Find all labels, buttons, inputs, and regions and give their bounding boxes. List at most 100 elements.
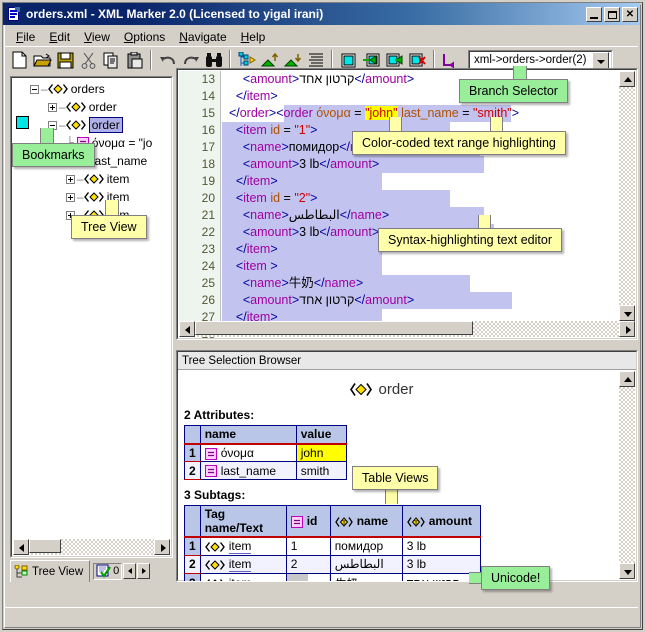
code-line[interactable]: <amount>קרטון אחד</amount> (222, 292, 619, 309)
scroll-track-vertical[interactable] (619, 387, 635, 563)
table-row[interactable]: 2last_namesmith (185, 462, 347, 480)
scroll-track[interactable] (195, 321, 619, 337)
scroll-track[interactable] (29, 539, 154, 555)
element-icon (84, 191, 104, 203)
name-cell[interactable]: 牛奶 (330, 573, 402, 582)
code-line[interactable]: <item id = "2"> (222, 190, 619, 207)
code-line[interactable]: <name>البطاطس</name> (222, 207, 619, 224)
element-icon (205, 559, 225, 571)
scroll-left-arrow-icon[interactable] (13, 539, 29, 555)
menu-item-options[interactable]: Options (117, 28, 172, 46)
paste-icon[interactable] (123, 49, 146, 71)
tree-expander[interactable] (48, 103, 57, 112)
tab-tree-view[interactable]: Tree View (10, 560, 90, 582)
xml-text-editor[interactable]: 1314151617181920212223242526272829 <amou… (176, 68, 638, 340)
maximize-button[interactable] (604, 7, 620, 22)
scroll-track-vertical[interactable] (619, 87, 635, 305)
bookmark-prev-button[interactable] (123, 563, 136, 579)
tree-expander[interactable] (66, 175, 75, 184)
minimize-button[interactable] (586, 7, 602, 22)
code-token: item (247, 310, 271, 321)
code-token: > (270, 89, 277, 103)
code-area[interactable]: <amount>קרטון אחד</amount> </item> </ord… (222, 71, 619, 321)
tree-node-item[interactable]: –item (12, 170, 171, 188)
scroll-down-arrow-icon[interactable] (619, 563, 635, 579)
scroll-right-arrow-icon[interactable] (619, 321, 635, 337)
code-line[interactable]: </item> (222, 173, 619, 190)
column-header[interactable]: Tamount (402, 506, 480, 538)
attribute-value-cell[interactable]: smith (296, 462, 346, 480)
scroll-up-arrow-icon[interactable] (619, 71, 635, 87)
tree-view-callout: Tree View (71, 215, 147, 239)
scroll-down-arrow-icon[interactable] (619, 305, 635, 321)
editor-horizontal-scrollbar[interactable] (179, 321, 635, 337)
browser-vertical-scrollbar[interactable] (619, 371, 635, 579)
save-file-icon[interactable] (54, 49, 77, 71)
column-header[interactable] (185, 506, 201, 538)
bookmark-indicator[interactable] (16, 116, 29, 129)
open-file-icon[interactable] (31, 49, 54, 71)
copy-icon[interactable] (100, 49, 123, 71)
scroll-up-arrow-icon[interactable] (619, 371, 635, 387)
tree-expander[interactable] (66, 193, 75, 202)
bookmark-count-box: 0 (93, 563, 122, 580)
name-cell[interactable]: البطاطس (330, 555, 402, 573)
amount-cell[interactable]: 3 lb (402, 537, 480, 555)
cut-icon[interactable] (77, 49, 100, 71)
attributes-table[interactable]: namevalue1όνομαjohn2last_namesmith (184, 425, 347, 480)
tag-name-cell[interactable]: item (200, 555, 286, 573)
code-line[interactable]: </order><order όνομα = "john" last_name … (222, 105, 619, 122)
new-file-icon[interactable] (8, 49, 31, 71)
code-line[interactable]: </item> (222, 309, 619, 321)
column-header[interactable]: Tname (330, 506, 402, 538)
code-token: > (281, 276, 288, 290)
code-line[interactable]: <name>牛奶</name> (222, 275, 619, 292)
scroll-thumb[interactable] (29, 539, 61, 553)
menu-item-help[interactable]: Help (234, 28, 273, 46)
code-token: > (310, 191, 317, 205)
tree-node-order[interactable]: –order (12, 116, 171, 134)
table-row[interactable]: 2item2البطاطس3 lb (185, 555, 481, 573)
scroll-right-arrow-icon[interactable] (154, 539, 170, 555)
code-line[interactable]: <amount>3 lb</amount> (222, 156, 619, 173)
code-line[interactable]: <item > (222, 258, 619, 275)
tag-name-cell[interactable]: item (200, 573, 286, 582)
column-header[interactable]: value (296, 426, 346, 444)
menu-item-file[interactable]: File (9, 28, 42, 46)
tree-expander[interactable] (30, 85, 39, 94)
column-header[interactable]: Tag name/Text (200, 506, 286, 538)
table-row[interactable]: 3item牛奶קרטון אחד (185, 573, 481, 582)
attribute-name-cell[interactable]: last_name (200, 462, 296, 480)
menu-item-view[interactable]: View (77, 28, 117, 46)
tree-horizontal-scrollbar[interactable] (13, 539, 170, 555)
id-cell[interactable]: 2 (286, 555, 330, 573)
close-button[interactable]: ✕ (622, 7, 638, 22)
scroll-thumb[interactable] (195, 321, 473, 335)
attribute-name-cell[interactable]: όνομα (200, 444, 296, 462)
id-cell[interactable]: 1 (286, 537, 330, 555)
amount-cell[interactable]: 3 lb (402, 555, 480, 573)
tree-node-item[interactable]: –item (12, 188, 171, 206)
line-number: 13 (179, 71, 220, 88)
menu-item-edit[interactable]: Edit (42, 28, 77, 46)
chevron-down-icon[interactable] (592, 52, 609, 69)
attribute-value-cell[interactable]: john (296, 444, 346, 462)
column-header[interactable]: name (200, 426, 296, 444)
tree-node-orders[interactable]: –orders (12, 80, 171, 98)
table-row[interactable]: 1όνομαjohn (185, 444, 347, 462)
subtags-table[interactable]: Tag name/TextidTnameTamount1item1помидор… (184, 505, 481, 582)
tree-node-order[interactable]: –order (12, 98, 171, 116)
editor-vertical-scrollbar[interactable] (619, 71, 635, 321)
code-token: amount (365, 293, 407, 307)
column-header[interactable] (185, 426, 201, 444)
menu-item-navigate[interactable]: Navigate (172, 28, 233, 46)
column-header[interactable]: id (286, 506, 330, 538)
code-token: = (280, 191, 294, 205)
scroll-left-arrow-icon[interactable] (179, 321, 195, 337)
name-cell[interactable]: помидор (330, 537, 402, 555)
tag-name-cell[interactable]: item (200, 537, 286, 555)
id-cell[interactable] (286, 573, 330, 582)
table-row[interactable]: 1item1помидор3 lb (185, 537, 481, 555)
bookmark-next-button[interactable] (137, 563, 150, 579)
code-token (222, 140, 243, 154)
